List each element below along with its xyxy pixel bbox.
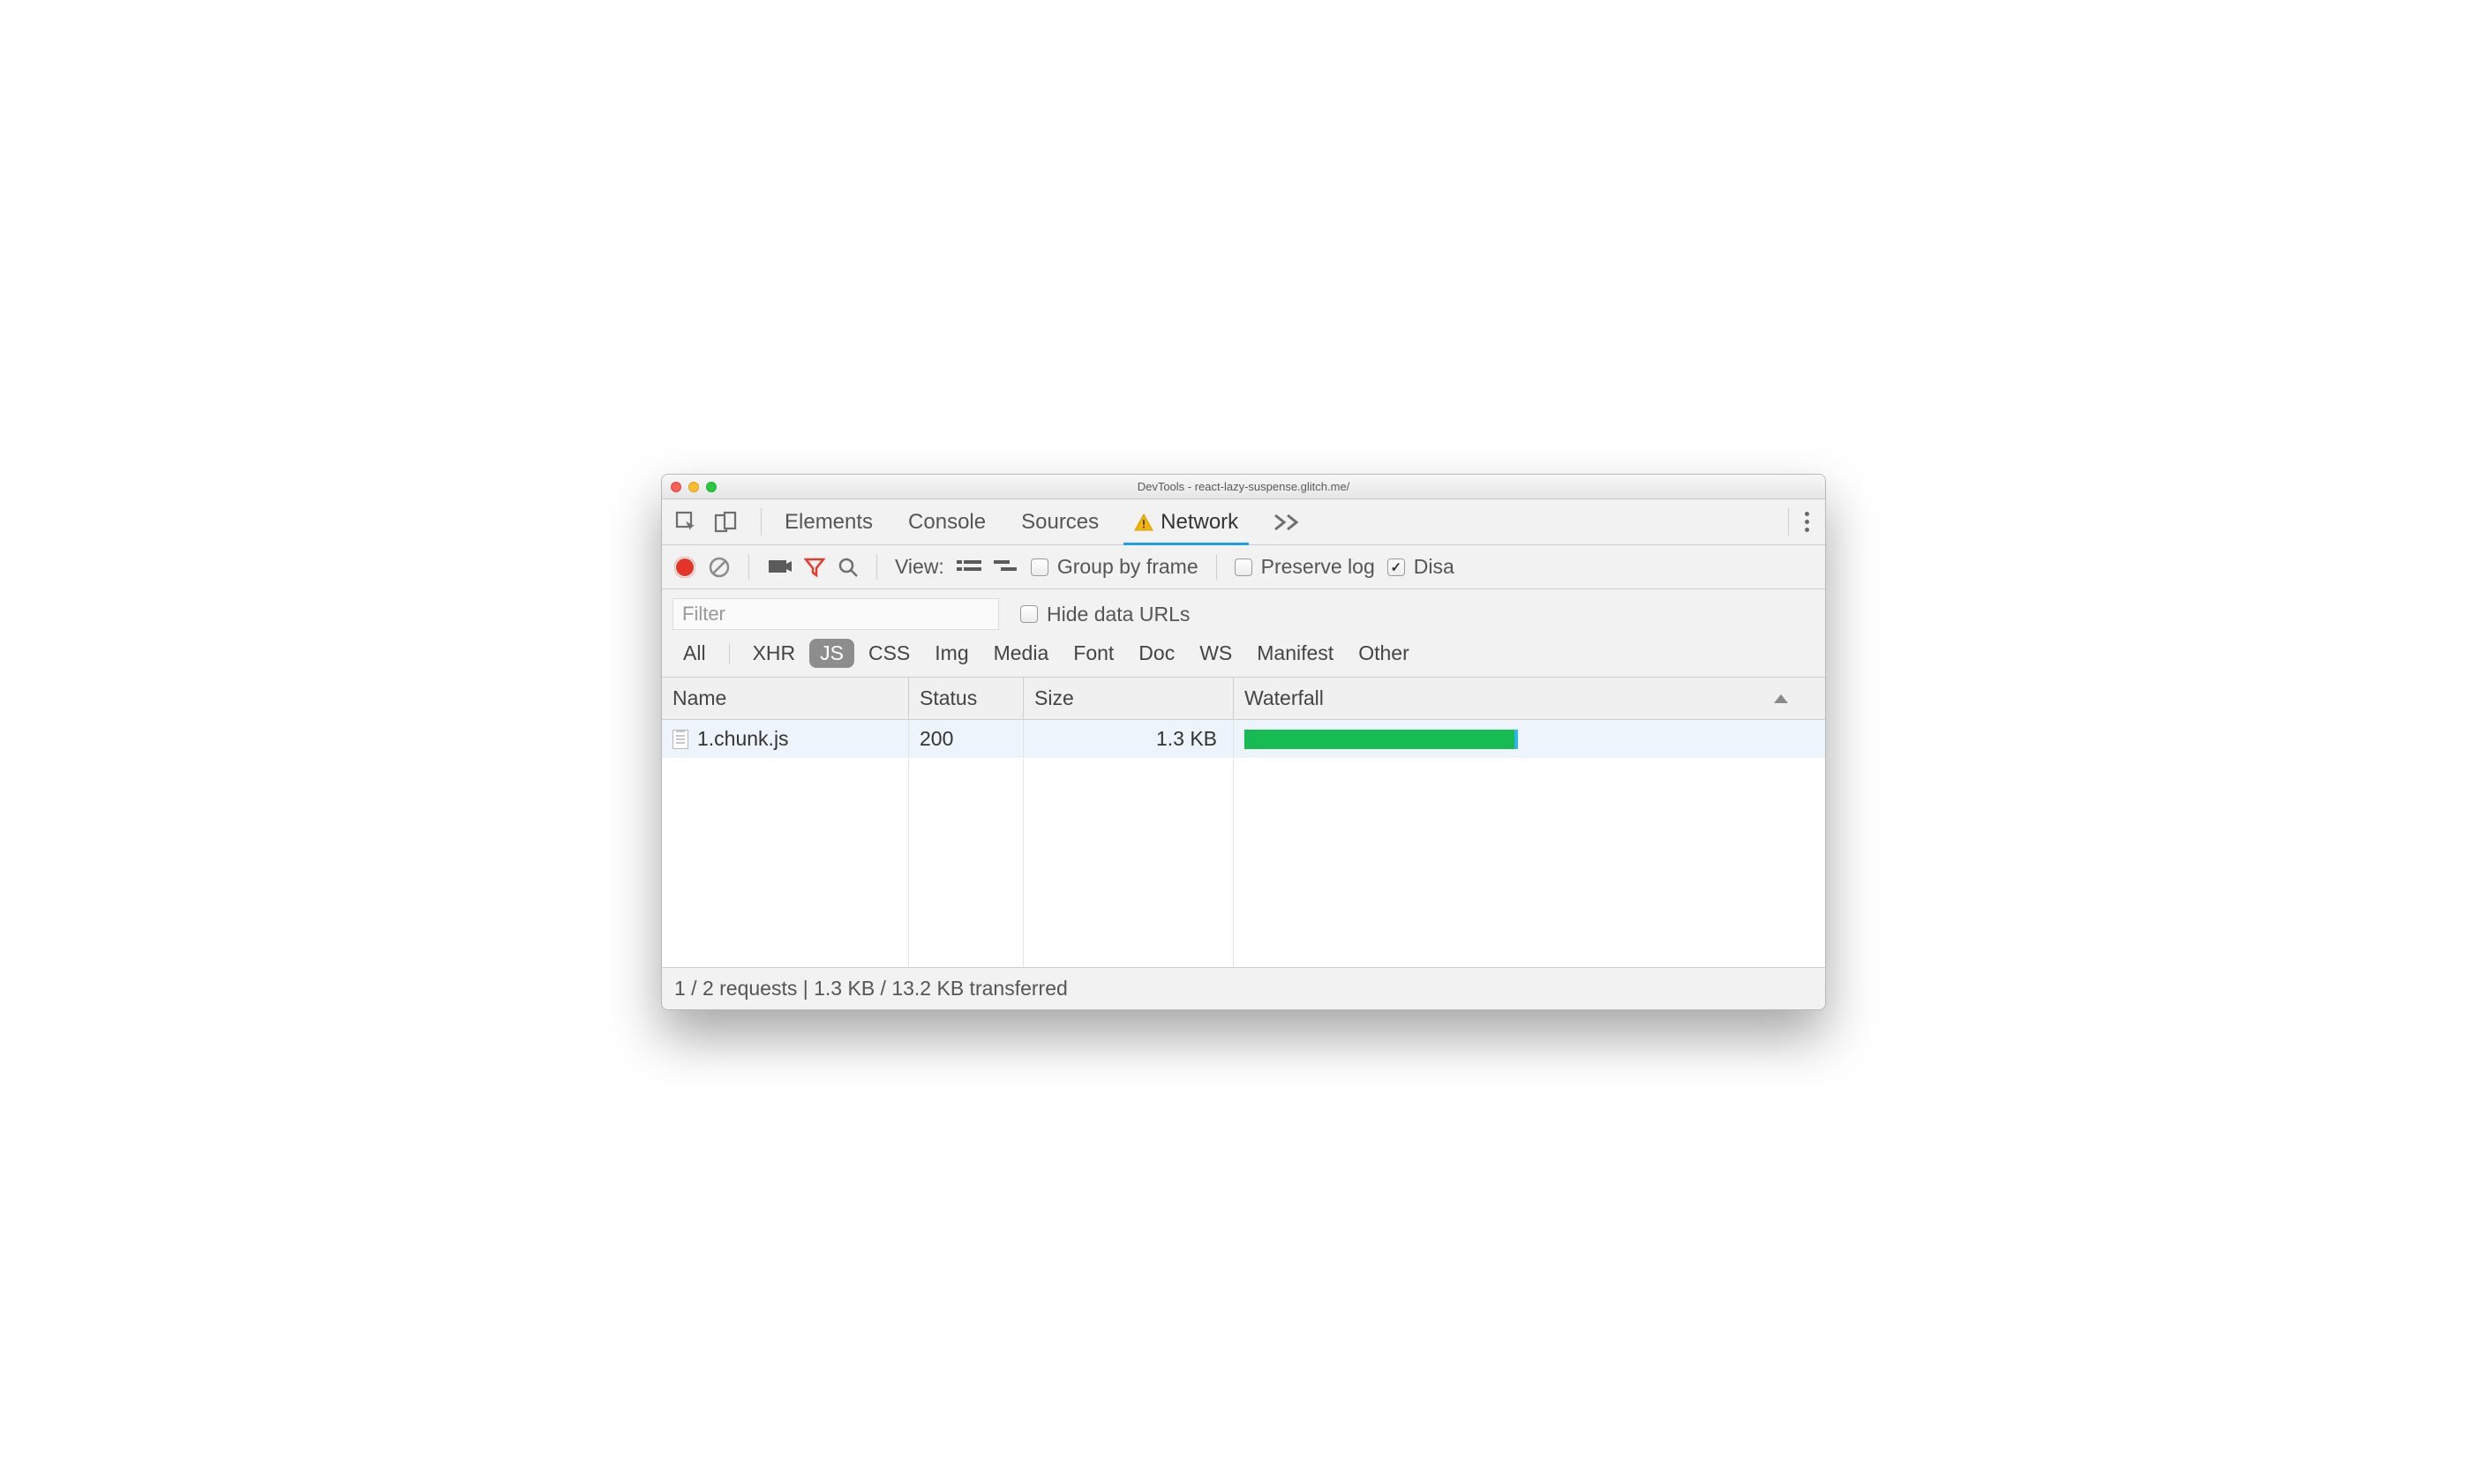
window-controls [671, 482, 717, 492]
large-rows-icon[interactable] [957, 558, 981, 576]
column-header-name[interactable]: Name [662, 678, 909, 719]
column-header-size[interactable]: Size [1024, 678, 1234, 719]
cell-waterfall [1234, 720, 1825, 758]
waterfall-view-icon[interactable] [994, 558, 1018, 576]
inspect-element-icon[interactable] [674, 510, 699, 535]
more-tabs-button[interactable] [1258, 513, 1319, 531]
titlebar: DevTools - react-lazy-suspense.glitch.me… [662, 475, 1825, 499]
waterfall-bar [1244, 730, 1518, 749]
divider [1216, 554, 1217, 580]
device-toolbar-icon[interactable] [713, 510, 738, 535]
table-header: Name Status Size Waterfall [662, 678, 1825, 720]
tab-network[interactable]: Network [1118, 499, 1254, 544]
divider [748, 554, 749, 580]
divider [761, 508, 762, 536]
tab-label: Network [1161, 510, 1238, 535]
type-filter-css[interactable]: CSS [858, 639, 920, 668]
close-window-button[interactable] [671, 482, 681, 492]
status-summary: 1 / 2 requests | 1.3 KB / 13.2 KB transf… [674, 977, 1068, 1000]
request-name: 1.chunk.js [697, 727, 789, 751]
group-by-frame-checkbox[interactable]: Group by frame [1031, 555, 1198, 579]
type-filter-js[interactable]: JS [809, 639, 854, 668]
checkbox-icon [1020, 605, 1038, 623]
type-filter-img[interactable]: Img [924, 639, 979, 668]
checkbox-label: Hide data URLs [1047, 603, 1190, 626]
sort-ascending-icon [1774, 694, 1788, 703]
zoom-window-button[interactable] [706, 482, 717, 492]
settings-menu-button[interactable] [1796, 512, 1818, 532]
cell-name: 1.chunk.js [662, 720, 909, 758]
record-icon[interactable] [674, 557, 695, 578]
filter-row: Hide data URLs [662, 589, 1825, 635]
type-filter-font[interactable]: Font [1063, 639, 1124, 668]
checkbox-icon [1235, 558, 1252, 576]
tab-label: Sources [1021, 510, 1099, 535]
checkbox-label: Preserve log [1261, 555, 1375, 579]
type-filter-media[interactable]: Media [983, 639, 1060, 668]
checkbox-label: Group by frame [1057, 555, 1198, 579]
status-bar: 1 / 2 requests | 1.3 KB / 13.2 KB transf… [662, 967, 1825, 1009]
minimize-window-button[interactable] [688, 482, 699, 492]
divider [1788, 508, 1789, 536]
devtools-window: DevTools - react-lazy-suspense.glitch.me… [661, 474, 1826, 1010]
type-filter-manifest[interactable]: Manifest [1246, 639, 1344, 668]
file-icon [672, 730, 688, 749]
request-type-filter-row: All XHR JS CSS Img Media Font Doc WS Man… [662, 635, 1825, 678]
hide-data-urls-checkbox[interactable]: Hide data URLs [1020, 603, 1190, 626]
divider [729, 643, 730, 664]
network-toolbar: View: Group by frame Preserve log Disa [662, 545, 1825, 589]
tab-elements[interactable]: Elements [769, 499, 889, 544]
table-body: 1.chunk.js 200 1.3 KB [662, 720, 1825, 967]
filter-input[interactable] [672, 598, 999, 630]
cell-size: 1.3 KB [1024, 720, 1234, 758]
disable-cache-checkbox[interactable]: Disa [1387, 555, 1454, 579]
checkbox-icon [1031, 558, 1048, 576]
table-row[interactable]: 1.chunk.js 200 1.3 KB [662, 720, 1825, 758]
preserve-log-checkbox[interactable]: Preserve log [1235, 555, 1375, 579]
type-filter-other[interactable]: Other [1348, 639, 1420, 668]
warning-icon [1134, 513, 1153, 532]
view-label: View: [895, 555, 944, 579]
type-filter-all[interactable]: All [672, 639, 717, 668]
tab-label: Elements [785, 510, 873, 535]
column-header-status[interactable]: Status [909, 678, 1024, 719]
capture-screenshots-icon[interactable] [767, 558, 792, 576]
panel-tabs-row: Elements Console Sources Network [662, 499, 1825, 545]
checkbox-icon [1387, 558, 1405, 576]
type-filter-doc[interactable]: Doc [1128, 639, 1185, 668]
clear-icon[interactable] [708, 556, 731, 579]
filter-icon[interactable] [804, 557, 825, 578]
checkbox-label: Disa [1414, 555, 1454, 579]
search-icon[interactable] [838, 557, 859, 578]
column-header-waterfall[interactable]: Waterfall [1234, 678, 1825, 719]
type-filter-ws[interactable]: WS [1189, 639, 1243, 668]
cell-status: 200 [909, 720, 1024, 758]
tab-label: Console [908, 510, 986, 535]
window-title: DevTools - react-lazy-suspense.glitch.me… [662, 480, 1825, 493]
divider [876, 554, 877, 580]
tab-console[interactable]: Console [892, 499, 1002, 544]
type-filter-xhr[interactable]: XHR [742, 639, 807, 668]
network-table: Name Status Size Waterfall 1.chunk.js 20… [662, 678, 1825, 967]
tab-sources[interactable]: Sources [1005, 499, 1115, 544]
